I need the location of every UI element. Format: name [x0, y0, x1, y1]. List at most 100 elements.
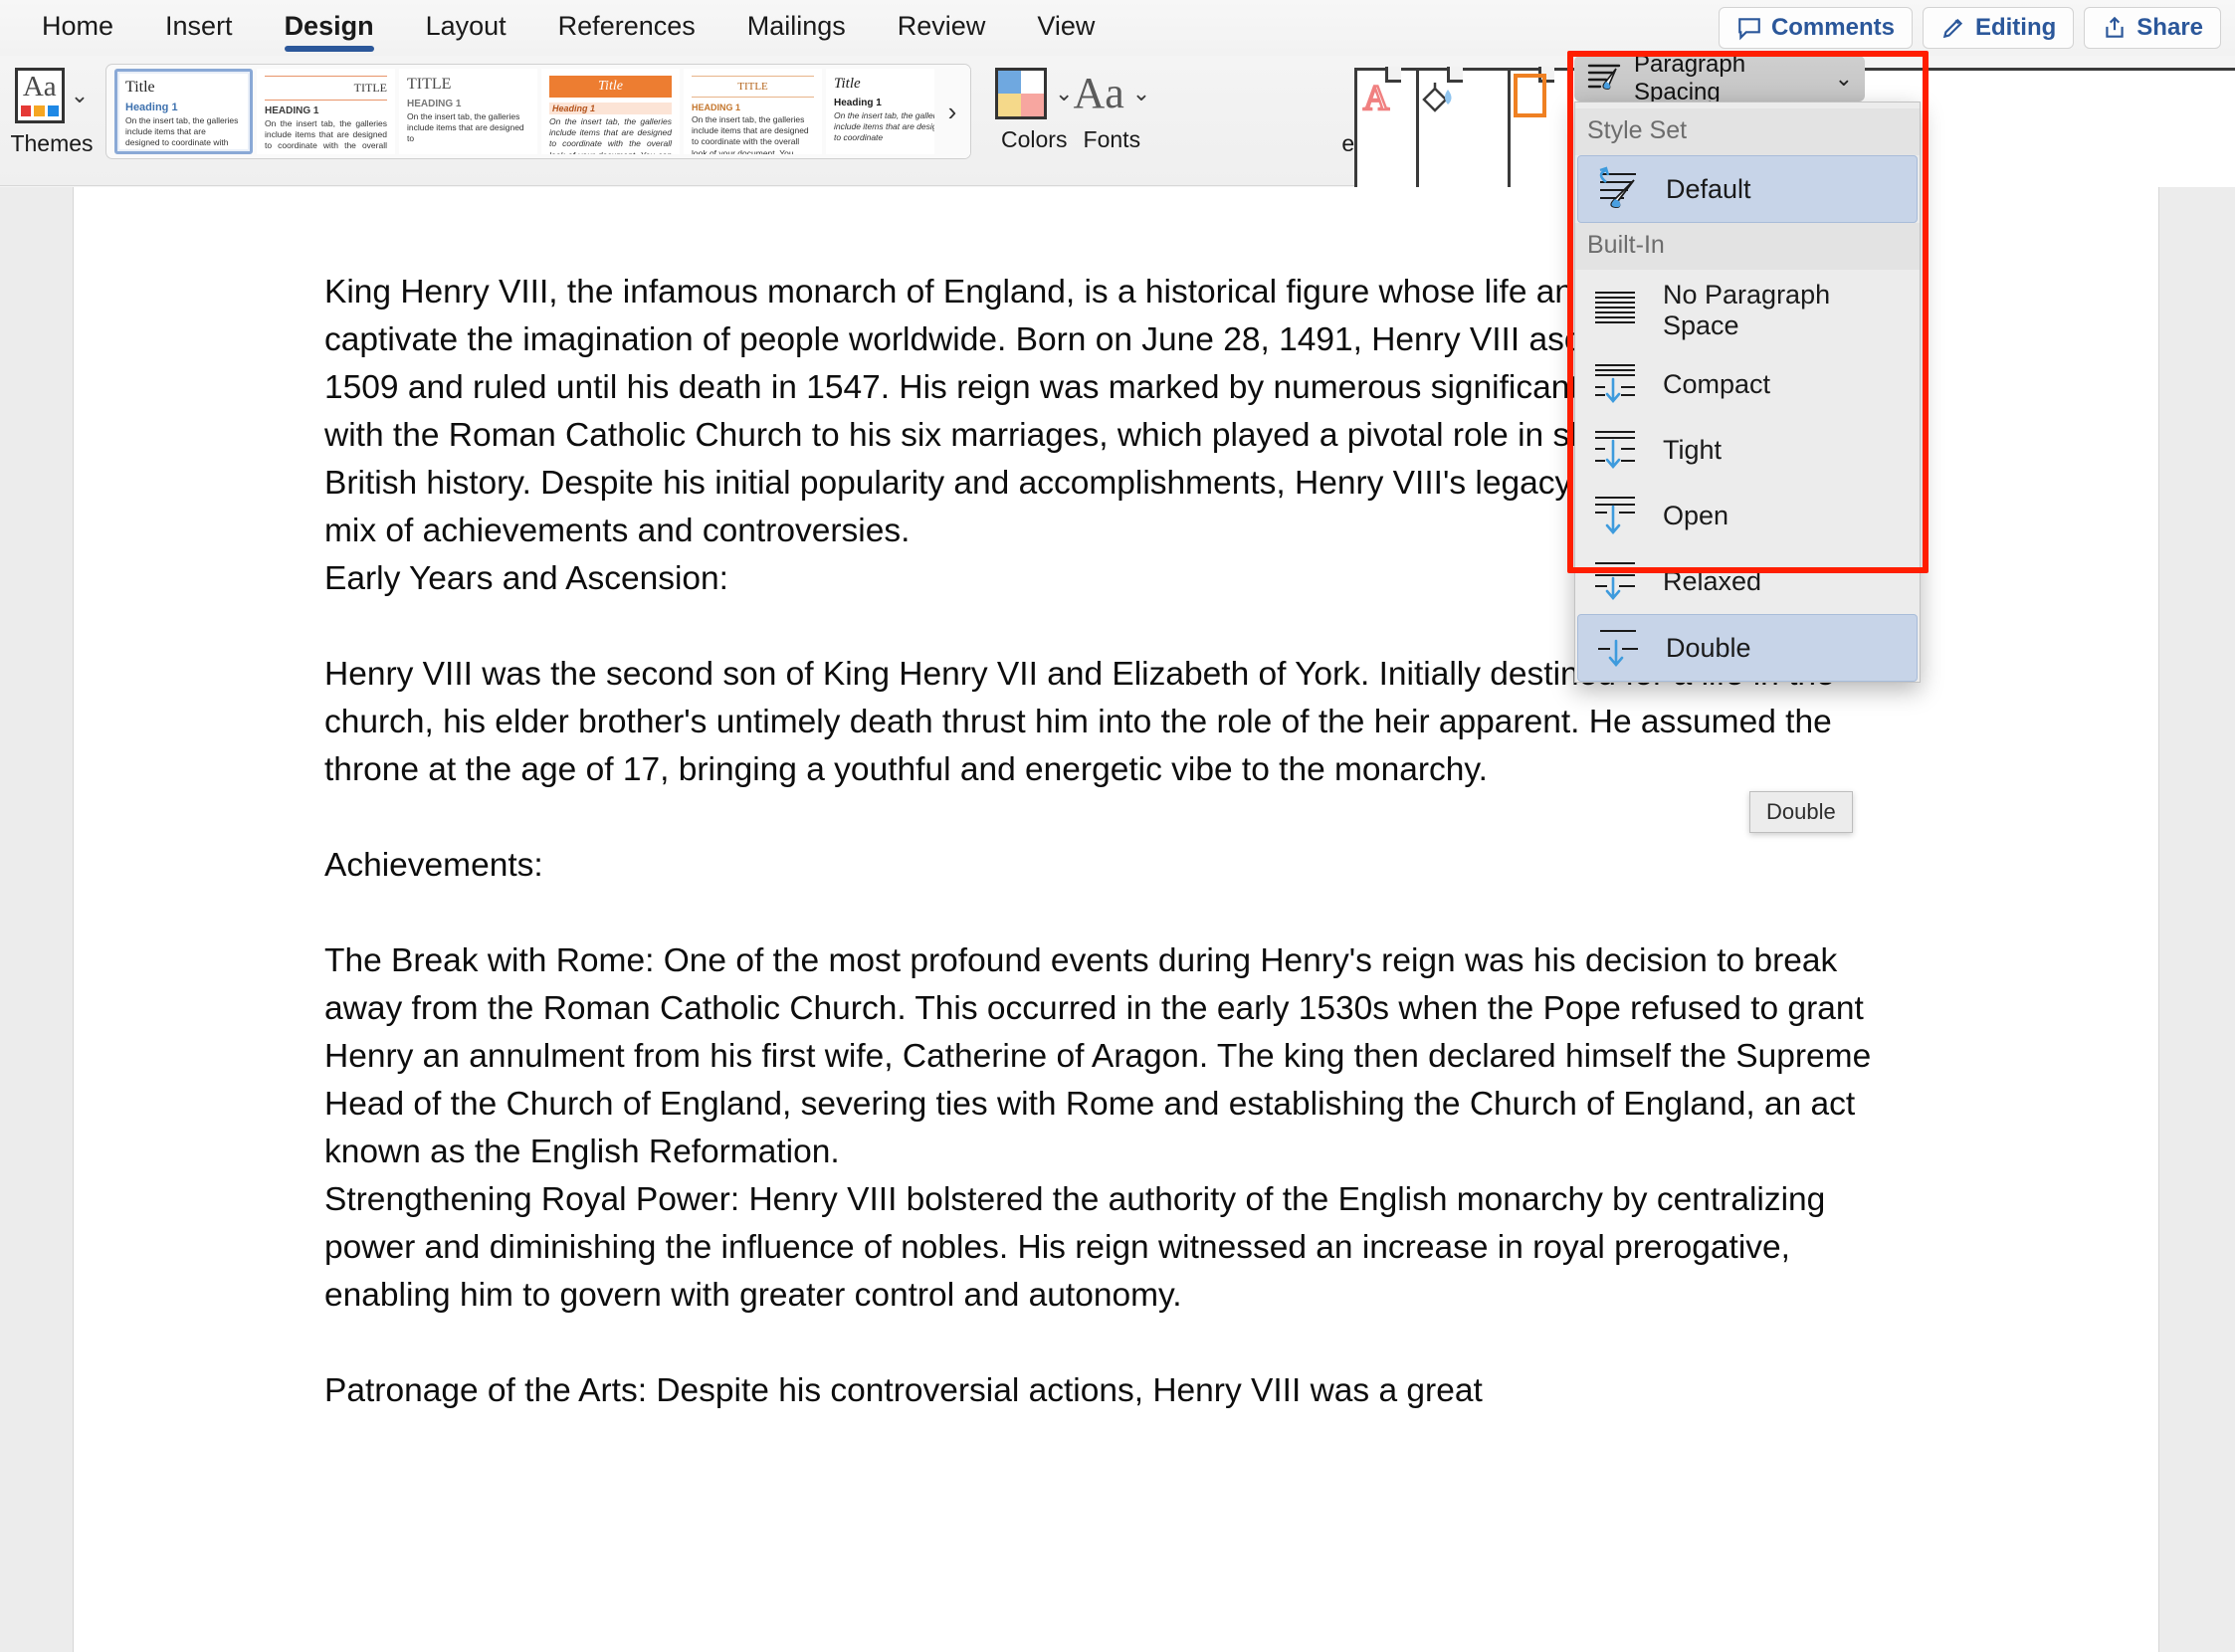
- page-color-icon: [1415, 67, 2235, 1533]
- spacing-none-icon: [1587, 288, 1645, 333]
- dropdown-item-compact[interactable]: Compact: [1575, 351, 1920, 417]
- dropdown-item-label: No Paragraph Space: [1663, 280, 1831, 340]
- dropdown-item-open[interactable]: Open: [1575, 483, 1920, 548]
- chevron-down-icon[interactable]: ⌄: [1835, 66, 1853, 92]
- thumbnail-rule: [692, 97, 814, 98]
- thumbnail-body: On the insert tab, the galleries include…: [692, 114, 809, 154]
- thumbnail-heading: HEADING 1: [265, 105, 319, 116]
- paragraph-spacing-dropdown[interactable]: Style Set Default Built-In No Paragraph …: [1574, 102, 1921, 683]
- word-window: Home Insert Design Layout References Mailings…: [0, 0, 2235, 1652]
- thumbnail-rule: [265, 76, 387, 77]
- thumbnail-body: On the insert tab, the galleries include…: [549, 116, 672, 154]
- style-thumbnail-3[interactable]: Title Heading 1 On the insert tab, the gal…: [541, 69, 680, 154]
- spacing-relaxed-icon: [1587, 558, 1645, 604]
- reset-spacing-icon: [1590, 166, 1648, 212]
- tab-view[interactable]: View: [1011, 5, 1120, 52]
- ribbon-tabs: Home Insert Design Layout References Mailings…: [0, 5, 1120, 52]
- themes-swatch-0: [20, 105, 32, 116]
- chevron-down-icon[interactable]: ⌄: [1132, 83, 1150, 104]
- page-color-button[interactable]: ⌄ Page Color: [1415, 56, 2235, 1533]
- themes-swatch-2: [48, 105, 59, 116]
- svg-text:A: A: [1363, 78, 1389, 117]
- ribbon-tab-bar: Home Insert Design Layout References Mailings…: [0, 0, 2235, 56]
- dropdown-item-double[interactable]: Double: [1577, 614, 1918, 682]
- watermark-button[interactable]: A ermark: [1339, 56, 2235, 1533]
- dropdown-item-tight[interactable]: Tight: [1575, 417, 1920, 483]
- tab-home[interactable]: Home: [16, 5, 139, 52]
- themes-glyph-text: Aa: [22, 71, 57, 103]
- colors-fonts-group: ⌄ Colors Aa ⌄ Fonts: [995, 56, 1150, 186]
- style-thumbnail-1[interactable]: TITLE HEADING 1 On the insert tab, the gal…: [257, 69, 395, 154]
- thumbnail-body: On the insert tab, the galleries include…: [265, 118, 387, 154]
- dropdown-section-style-set: Style Set: [1575, 108, 1920, 155]
- document-paragraph-6: Patronage of the Arts: Despite his contr…: [324, 1372, 1483, 1409]
- document-paragraph-5: Strengthening Royal Power: Henry VIII bo…: [324, 1181, 1826, 1314]
- themes-swatch-row: [20, 105, 59, 116]
- share-arrow-icon: [2102, 15, 2128, 41]
- page-background-group: A ermark ⌄: [1339, 56, 2235, 1533]
- tab-insert[interactable]: Insert: [139, 5, 259, 52]
- paragraph-spacing-label: Paragraph Spacing: [1634, 51, 1746, 105]
- share-label: Share: [2136, 14, 2203, 41]
- spacing-compact-icon: [1587, 361, 1645, 407]
- document-paragraph-3: Achievements:: [324, 847, 543, 884]
- colors-quadrant-1: [1021, 71, 1044, 94]
- dropdown-item-relaxed[interactable]: Relaxed: [1575, 548, 1920, 614]
- dropdown-section-built-in: Built-In: [1575, 223, 1920, 270]
- thumbnail-title: TITLE: [353, 81, 387, 95]
- chevron-down-icon[interactable]: ⌄: [71, 85, 89, 106]
- colors-quadrant-2: [998, 94, 1021, 116]
- dropdown-item-label: Tight: [1663, 434, 1723, 465]
- tab-layout[interactable]: Layout: [400, 5, 532, 52]
- tab-review[interactable]: Review: [872, 5, 1012, 52]
- thumbnail-heading: Heading 1: [125, 102, 178, 113]
- style-set-gallery[interactable]: Title Heading 1 On the insert tab, the gal…: [105, 64, 971, 159]
- comments-label: Comments: [1770, 14, 1895, 41]
- themes-icon: Aa: [14, 68, 65, 123]
- comments-button[interactable]: Comments: [1718, 7, 1913, 49]
- style-thumbnail-2[interactable]: TITLE HEADING 1 On the insert tab, the gal…: [399, 69, 537, 154]
- colors-icon: [995, 68, 1047, 119]
- colors-button[interactable]: ⌄ Colors: [995, 56, 1073, 153]
- dropdown-item-label: Compact: [1663, 368, 1771, 399]
- paragraph-spacing-button[interactable]: Paragraph Spacing ⌄: [1574, 51, 1865, 105]
- gallery-next-button[interactable]: ›: [934, 65, 970, 158]
- dropdown-item-no-paragraph-space[interactable]: No Paragraph Space: [1575, 270, 1920, 351]
- share-button[interactable]: Share: [2084, 7, 2221, 49]
- thumbnail-heading: HEADING 1: [407, 99, 462, 109]
- chevron-down-icon[interactable]: ⌄: [1055, 83, 1073, 104]
- dropdown-item-label: Open: [1663, 500, 1729, 530]
- thumbnail-rule: [265, 100, 387, 101]
- tab-references[interactable]: References: [532, 5, 721, 52]
- spacing-tight-icon: [1587, 427, 1645, 473]
- document-paragraph-4: The Break with Rome: One of the most pro…: [324, 942, 1872, 1170]
- style-thumbnail-0[interactable]: Title Heading 1 On the insert tab, the gal…: [114, 69, 253, 154]
- themes-group: Aa ⌄ Themes: [0, 56, 103, 186]
- fonts-button[interactable]: Aa ⌄ Fonts: [1073, 56, 1150, 153]
- thumbnail-title: Title: [549, 76, 672, 98]
- style-thumbnail-4[interactable]: TITLE HEADING 1 On the insert tab, the gal…: [684, 69, 822, 154]
- tab-design[interactable]: Design: [259, 5, 400, 52]
- editing-button[interactable]: Editing: [1922, 7, 2075, 49]
- fonts-label: Fonts: [1083, 126, 1141, 152]
- thumbnail-rule: [692, 76, 814, 77]
- thumbnail-title: Title: [125, 79, 155, 96]
- thumbnail-title: TITLE: [407, 76, 452, 93]
- themes-swatch-1: [34, 105, 46, 116]
- tab-mailings[interactable]: Mailings: [721, 5, 872, 52]
- fonts-icon: Aa: [1073, 69, 1124, 117]
- themes-button[interactable]: Aa ⌄ Themes: [0, 56, 103, 157]
- colors-quadrant-3: [1021, 94, 1044, 116]
- thumbnail-body: On the insert tab, the galleries include…: [407, 111, 524, 144]
- thumbnail-heading: Heading 1: [549, 103, 672, 114]
- thumbnail-title: TITLE: [737, 81, 768, 93]
- dropdown-built-in-items: No Paragraph Space Compact Tight Open Relaxe…: [1575, 270, 1920, 682]
- themes-label: Themes: [10, 130, 94, 156]
- dropdown-style-set-items: Default: [1575, 155, 1920, 223]
- watermark-icon: A: [1354, 67, 2235, 1533]
- dropdown-item-label: Default: [1666, 173, 1751, 204]
- window-actions: Comments Editing Share: [1718, 7, 2221, 49]
- colors-quadrant-0: [998, 71, 1021, 94]
- dropdown-item-default[interactable]: Default: [1577, 155, 1918, 223]
- thumbnail-heading: HEADING 1: [692, 103, 741, 112]
